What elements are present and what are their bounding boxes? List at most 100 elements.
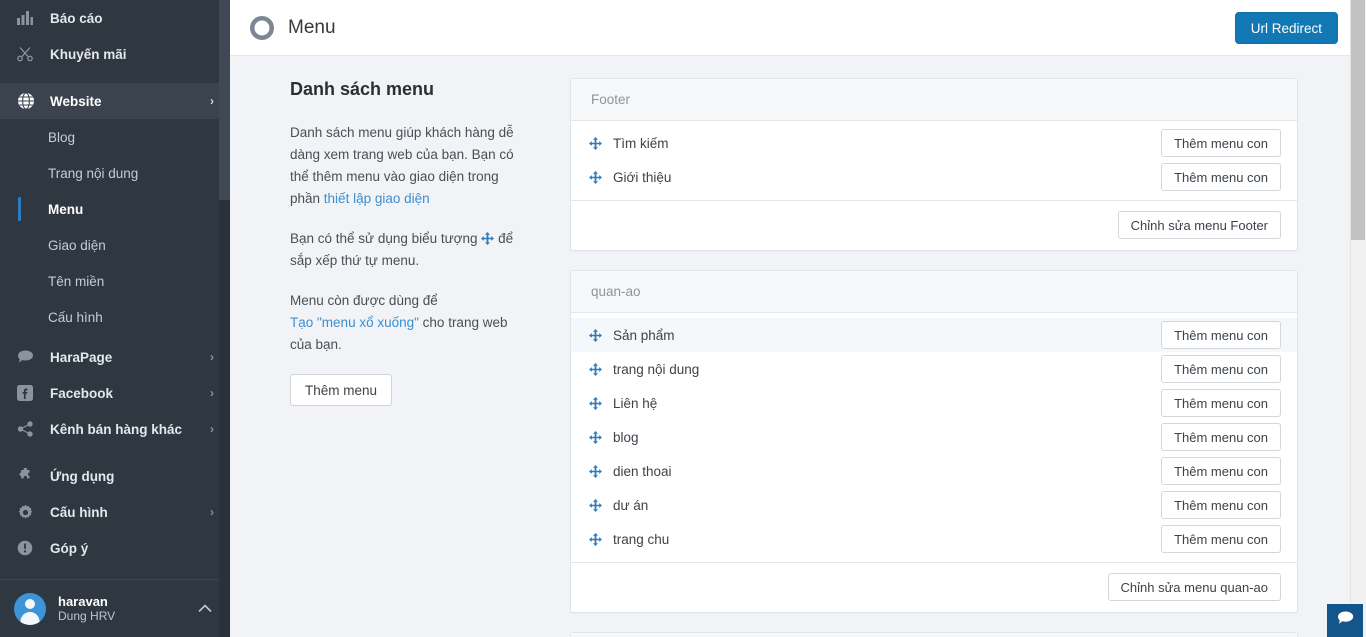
bar-chart-icon <box>17 9 39 27</box>
page-scrollbar-track[interactable] <box>1350 0 1366 637</box>
theme-setup-link[interactable]: thiết lập giao diện <box>324 191 430 206</box>
sidebar-item-trang-noi-dung[interactable]: Trang nội dung <box>0 155 230 191</box>
sidebar-item-website[interactable]: Website › <box>0 83 230 119</box>
sidebar-item-gop-y[interactable]: Góp ý <box>0 530 230 566</box>
chat-widget-button[interactable] <box>1327 604 1363 637</box>
dropdown-menu-link[interactable]: Tạo "menu xổ xuống" <box>290 315 419 330</box>
move-arrows-icon[interactable] <box>589 498 602 512</box>
menu-cards-column: Footer Tìm kiếm Thêm menu con Giới thiệu… <box>570 78 1366 637</box>
sidebar-subitem-label: Menu <box>48 201 84 217</box>
sidebar-scrollbar-track[interactable] <box>219 0 230 637</box>
description-text: Menu còn được dùng để <box>290 293 438 308</box>
puzzle-icon <box>17 467 39 485</box>
main-area: Menu Url Redirect Danh sách menu Danh sá… <box>230 0 1366 637</box>
menu-item-label: Sản phẩm <box>613 327 675 343</box>
table-row[interactable]: trang nội dung Thêm menu con <box>571 352 1297 386</box>
url-redirect-button[interactable]: Url Redirect <box>1234 12 1338 44</box>
add-submenu-button[interactable]: Thêm menu con <box>1161 389 1281 417</box>
menu-item-label: Tìm kiếm <box>613 135 669 151</box>
menu-item-label: dien thoai <box>613 463 672 479</box>
sidebar-item-ung-dung[interactable]: Ứng dụng <box>0 458 230 494</box>
menu-card-quan-ao: quan-ao Sản phẩm Thêm menu con trang nội… <box>570 270 1298 613</box>
menu-description-panel: Danh sách menu Danh sách menu giúp khách… <box>230 78 570 637</box>
card-title: Footer <box>571 79 1297 121</box>
move-arrows-icon[interactable] <box>589 136 602 150</box>
table-row[interactable]: trang chu Thêm menu con <box>571 522 1297 556</box>
page-scrollbar-thumb[interactable] <box>1351 0 1365 240</box>
card-footer: Chỉnh sửa menu quan-ao <box>571 562 1297 612</box>
sidebar-item-facebook[interactable]: Facebook › <box>0 375 230 411</box>
sidebar: Báo cáo Khuyến mãi Website › Blog Trang … <box>0 0 230 637</box>
add-submenu-button[interactable]: Thêm menu con <box>1161 321 1281 349</box>
move-arrows-icon[interactable] <box>589 430 602 444</box>
table-row[interactable]: dien thoai Thêm menu con <box>571 454 1297 488</box>
add-submenu-button[interactable]: Thêm menu con <box>1161 491 1281 519</box>
sidebar-scrollbar-thumb[interactable] <box>219 0 230 200</box>
menu-item-label: trang nội dung <box>613 361 700 377</box>
user-name: haravan <box>58 593 108 609</box>
caret-up-icon[interactable] <box>198 600 212 618</box>
add-submenu-button[interactable]: Thêm menu con <box>1161 457 1281 485</box>
sidebar-item-label: Góp ý <box>50 540 89 556</box>
table-row[interactable]: dư án Thêm menu con <box>571 488 1297 522</box>
sidebar-item-blog[interactable]: Blog <box>0 119 230 155</box>
sidebar-item-harapage[interactable]: HaraPage › <box>0 339 230 375</box>
table-row[interactable]: Giới thiệu Thêm menu con <box>571 160 1297 194</box>
menu-item-label: dư án <box>613 497 649 513</box>
card-title <box>571 633 1297 637</box>
add-submenu-button[interactable]: Thêm menu con <box>1161 423 1281 451</box>
table-row[interactable]: Sản phẩm Thêm menu con <box>571 318 1297 352</box>
description-paragraph-2: Bạn có thể sử dụng biểu tượng để sắp xếp… <box>290 228 530 272</box>
edit-menu-button[interactable]: Chỉnh sửa menu Footer <box>1117 211 1281 239</box>
move-arrows-icon[interactable] <box>589 170 602 184</box>
add-submenu-button[interactable]: Thêm menu con <box>1161 355 1281 383</box>
sidebar-item-giao-dien[interactable]: Giao diện <box>0 227 230 263</box>
sidebar-item-kenh-ban-hang-khac[interactable]: Kênh bán hàng khác › <box>0 411 230 447</box>
menu-card-next <box>570 632 1298 637</box>
move-arrows-icon[interactable] <box>589 396 602 410</box>
card-footer: Chỉnh sửa menu Footer <box>571 200 1297 250</box>
sidebar-item-khuyen-mai[interactable]: Khuyến mãi <box>0 36 230 72</box>
move-arrows-icon[interactable] <box>589 362 602 376</box>
edit-menu-button[interactable]: Chỉnh sửa menu quan-ao <box>1107 573 1281 601</box>
move-arrows-icon[interactable] <box>589 532 602 546</box>
add-submenu-button[interactable]: Thêm menu con <box>1161 525 1281 553</box>
avatar <box>14 592 46 625</box>
sidebar-item-bao-cao[interactable]: Báo cáo <box>0 0 230 36</box>
chat-icon <box>17 348 39 366</box>
sidebar-subitem-label: Trang nội dung <box>48 165 139 181</box>
card-title: quan-ao <box>571 271 1297 313</box>
sidebar-item-label: Khuyến mãi <box>50 46 127 62</box>
sidebar-subitem-label: Tên miền <box>48 273 105 289</box>
card-rows: Sản phẩm Thêm menu con trang nội dung Th… <box>571 313 1297 562</box>
table-row[interactable]: Tìm kiếm Thêm menu con <box>571 126 1297 160</box>
add-submenu-button[interactable]: Thêm menu con <box>1161 163 1281 191</box>
sidebar-user-panel[interactable]: haravan Dung HRV <box>0 579 230 637</box>
user-info: haravan Dung HRV <box>58 594 115 624</box>
globe-icon <box>17 92 39 110</box>
sidebar-item-cau-hinh[interactable]: Cấu hình › <box>0 494 230 530</box>
sidebar-item-label: Facebook <box>50 385 114 401</box>
add-menu-button[interactable]: Thêm menu <box>290 374 393 406</box>
chevron-right-icon: › <box>210 350 214 364</box>
move-arrows-icon[interactable] <box>589 328 602 342</box>
chat-bubble-icon <box>1337 611 1354 631</box>
move-arrows-icon[interactable] <box>589 464 602 478</box>
sidebar-item-label: Ứng dụng <box>50 468 115 484</box>
page-header: Menu Url Redirect <box>230 0 1366 56</box>
sidebar-item-cau-hinh-website[interactable]: Cấu hình <box>0 299 230 335</box>
page-content: Danh sách menu Danh sách menu giúp khách… <box>230 56 1366 637</box>
add-submenu-button[interactable]: Thêm menu con <box>1161 129 1281 157</box>
sidebar-item-label: HaraPage <box>50 349 113 365</box>
sidebar-item-menu[interactable]: Menu <box>0 191 230 227</box>
card-rows: Tìm kiếm Thêm menu con Giới thiệu Thêm m… <box>571 121 1297 200</box>
feedback-icon <box>17 539 39 557</box>
sidebar-subitem-label: Giao diện <box>48 237 106 253</box>
table-row[interactable]: blog Thêm menu con <box>571 420 1297 454</box>
chevron-right-icon: › <box>210 422 214 436</box>
chevron-right-icon: › <box>210 505 214 519</box>
table-row[interactable]: Liên hệ Thêm menu con <box>571 386 1297 420</box>
sidebar-item-ten-mien[interactable]: Tên miền <box>0 263 230 299</box>
